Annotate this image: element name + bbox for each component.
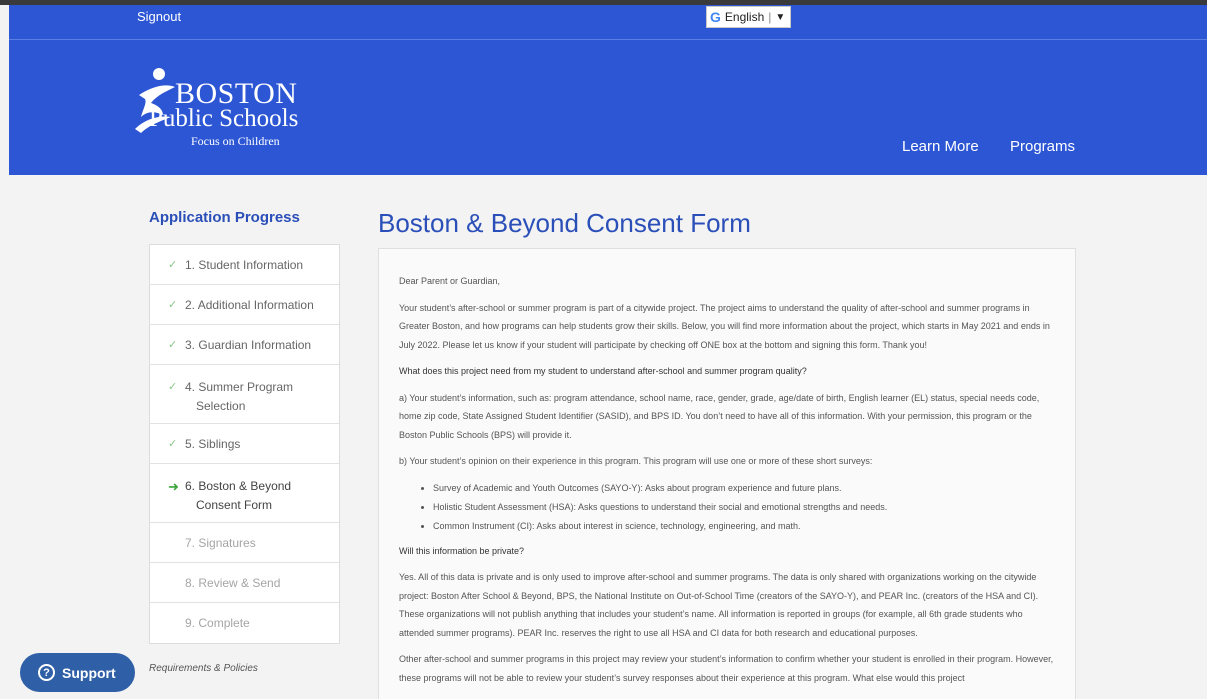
checkmark-icon: ✓ <box>168 259 178 271</box>
logo-tagline: Focus on Children <box>191 134 280 148</box>
checkmark-icon: ✓ <box>168 381 178 393</box>
step-signatures: 7. Signatures <box>150 523 339 563</box>
checkmark-icon: ✓ <box>168 339 178 351</box>
greeting: Dear Parent or Guardian, <box>399 276 501 286</box>
step-number: 4. <box>185 380 196 394</box>
nav-learn-more[interactable]: Learn More <box>902 138 979 155</box>
answer-paragraph: a) Your student’s information, such as: … <box>399 392 1040 440</box>
list-item: Holistic Student Assessment (HSA): Asks … <box>433 498 1055 517</box>
question-heading: What does this project need from my stud… <box>399 366 807 376</box>
language-selector[interactable]: G English | ▼ <box>706 6 791 28</box>
support-label: Support <box>62 664 116 681</box>
step-siblings[interactable]: ✓ 5. Siblings <box>150 424 339 464</box>
current-step-arrow-icon: ➜ <box>168 479 179 494</box>
step-label: Review & Send <box>198 576 281 590</box>
signout-link[interactable]: Signout <box>137 9 181 24</box>
answer-paragraph: b) Your student’s opinion on their exper… <box>399 456 873 466</box>
answer-paragraph: Other after-school and summer programs i… <box>399 654 1054 683</box>
step-label: Boston & Beyond <box>198 479 292 493</box>
step-summer-program-selection[interactable]: ✓ 4. Summer Program Selection <box>150 365 339 424</box>
step-label: Student Information <box>198 258 304 272</box>
intro-paragraph: Your student’s after-school or summer pr… <box>399 302 1050 350</box>
boston-public-schools-logo[interactable]: BOSTON Public Schools Focus on Children <box>133 65 313 155</box>
logo-text-public-schools: Public Schools <box>149 105 299 132</box>
step-label-line2: Consent Form <box>196 498 273 512</box>
step-review-send: 8. Review & Send <box>150 563 339 603</box>
step-number: 9. <box>185 616 196 630</box>
consent-form-card[interactable]: Dear Parent or Guardian, Your student’s … <box>378 248 1076 699</box>
answer-paragraph: Yes. All of this data is private and is … <box>399 572 1039 638</box>
step-label: Signatures <box>198 536 256 550</box>
google-g-icon: G <box>710 9 721 25</box>
step-number: 3. <box>185 338 196 352</box>
step-guardian-information[interactable]: ✓ 3. Guardian Information <box>150 325 339 365</box>
step-student-information[interactable]: ✓ 1. Student Information <box>150 245 339 285</box>
step-label: Guardian Information <box>198 338 312 352</box>
progress-steps: ✓ 1. Student Information ✓ 2. Additional… <box>149 244 340 644</box>
step-number: 1. <box>185 258 196 272</box>
step-additional-information[interactable]: ✓ 2. Additional Information <box>150 285 339 325</box>
page-title: Boston & Beyond Consent Form <box>378 208 751 238</box>
list-item: Common Instrument (CI): Asks about inter… <box>433 517 1055 536</box>
step-number: 7. <box>185 536 196 550</box>
step-label-line2: Selection <box>196 399 246 413</box>
nav-programs[interactable]: Programs <box>1010 138 1075 155</box>
step-label: Summer Program <box>198 380 294 394</box>
step-number: 6. <box>185 479 196 493</box>
step-number: 8. <box>185 576 196 590</box>
application-progress-title: Application Progress <box>149 209 300 226</box>
step-number: 5. <box>185 437 196 451</box>
help-icon: ? <box>38 664 55 681</box>
step-label: Additional Information <box>197 298 314 312</box>
checkmark-icon: ✓ <box>168 299 178 311</box>
list-item: Survey of Academic and Youth Outcomes (S… <box>433 479 1055 498</box>
language-separator: | <box>768 10 772 24</box>
site-header: Signout G English | ▼ BOSTON Public Scho… <box>9 5 1207 175</box>
question-heading: Will this information be private? <box>399 545 525 556</box>
step-complete: 9. Complete <box>150 603 339 643</box>
step-boston-beyond-consent-form[interactable]: ➜ 6. Boston & Beyond Consent Form <box>150 464 339 523</box>
survey-list: Survey of Academic and Youth Outcomes (S… <box>399 479 1055 536</box>
checkmark-icon: ✓ <box>168 438 178 450</box>
requirements-policies-link[interactable]: Requirements & Policies <box>149 663 258 674</box>
chevron-down-icon: ▼ <box>775 11 786 23</box>
utility-bar: Signout G English | ▼ <box>9 5 1207 40</box>
support-button[interactable]: ? Support <box>20 653 135 692</box>
step-number: 2. <box>185 298 196 312</box>
step-label: Complete <box>198 616 250 630</box>
step-label: Siblings <box>198 437 241 451</box>
language-label: English <box>724 10 765 24</box>
